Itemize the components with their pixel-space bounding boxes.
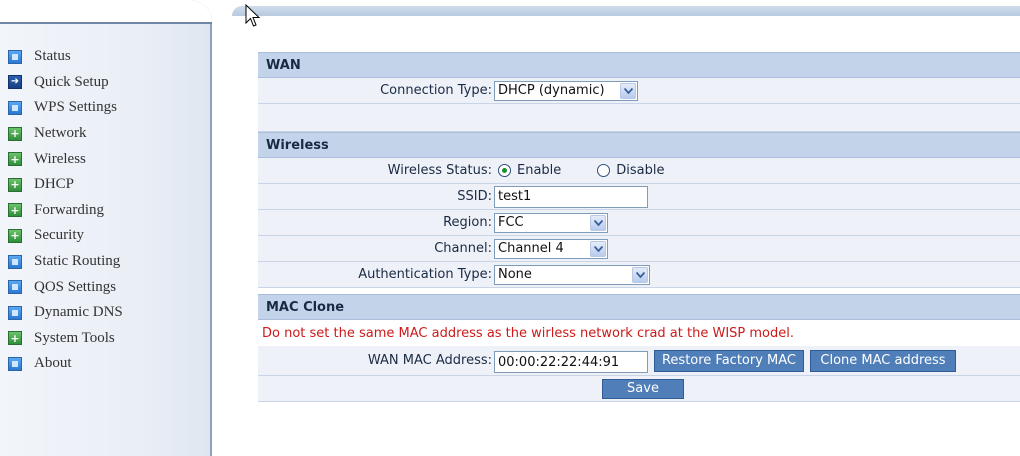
square-bullet-icon [8, 100, 22, 115]
channel-select[interactable]: Channel 4 [494, 238, 608, 259]
expand-plus-icon: + [8, 126, 22, 141]
save-row: Save [258, 376, 1020, 402]
expand-plus-icon: + [8, 152, 22, 167]
channel-label: Channel: [434, 241, 492, 256]
spacer-row [258, 104, 1020, 132]
sidebar-item-wireless[interactable]: + Wireless [8, 146, 123, 172]
mouse-pointer-icon [245, 4, 261, 27]
mac-clone-section-header: MAC Clone [258, 294, 1020, 320]
section-title: MAC Clone [266, 299, 345, 315]
ssid-input[interactable]: test1 [494, 185, 648, 208]
connection-type-label: Connection Type: [380, 83, 492, 98]
sidebar-item-dhcp[interactable]: + DHCP [8, 172, 123, 198]
sidebar-item-network[interactable]: + Network [8, 121, 123, 147]
chevron-down-icon[interactable] [632, 266, 648, 283]
square-bullet-icon [8, 305, 22, 320]
sidebar-item-system-tools[interactable]: + System Tools [8, 326, 123, 352]
restore-factory-mac-button[interactable]: Restore Factory MAC [654, 349, 804, 372]
authentication-type-row: Authentication Type: None [258, 262, 1020, 288]
square-bullet-icon [8, 356, 22, 371]
wan-mac-value: 00:00:22:22:44:91 [498, 354, 620, 370]
connection-type-row: Connection Type: DHCP (dynamic) [258, 78, 1020, 104]
settings-form: WAN Connection Type: DHCP (dynamic) Wire… [258, 52, 1020, 402]
wan-mac-label: WAN MAC Address: [367, 353, 492, 368]
expand-plus-icon: + [8, 228, 22, 243]
sidebar-item-static-routing[interactable]: Static Routing [8, 249, 123, 275]
region-row: Region: FCC [258, 210, 1020, 236]
ssid-row: SSID: test1 [258, 184, 1020, 210]
disable-radio[interactable] [597, 164, 611, 177]
sidebar-item-wps-settings[interactable]: WPS Settings [8, 95, 123, 121]
sidebar-item-label: QOS Settings [34, 278, 117, 295]
sidebar-item-quick-setup[interactable]: ➜ Quick Setup [8, 70, 123, 96]
expand-plus-icon: + [8, 177, 22, 192]
sidebar-item-dynamic-dns[interactable]: Dynamic DNS [8, 300, 123, 326]
sidebar-item-label: Security [34, 227, 84, 244]
connection-type-value: DHCP (dynamic) [498, 83, 605, 98]
sidebar-item-label: Forwarding [34, 201, 104, 218]
sidebar-item-status[interactable]: Status [8, 44, 123, 70]
connection-type-select[interactable]: DHCP (dynamic) [494, 80, 638, 101]
wireless-status-label: Wireless Status: [387, 163, 492, 178]
section-title: WAN [266, 57, 301, 73]
sidebar-item-label: DHCP [34, 176, 75, 193]
enable-radio[interactable] [498, 164, 511, 177]
sidebar-item-security[interactable]: + Security [8, 223, 123, 249]
channel-value: Channel 4 [498, 241, 564, 256]
sidebar-item-forwarding[interactable]: + Forwarding [8, 198, 123, 224]
chevron-down-icon[interactable] [590, 240, 606, 257]
square-bullet-icon [8, 254, 22, 269]
sidebar-item-label: Static Routing [34, 253, 121, 270]
chevron-down-icon[interactable] [590, 214, 606, 231]
sidebar-item-label: WPS Settings [34, 99, 117, 116]
authentication-type-value: None [498, 267, 532, 282]
region-value: FCC [498, 215, 524, 230]
wireless-section-header: Wireless [258, 132, 1020, 158]
sidebar-item-qos-settings[interactable]: QOS Settings [8, 274, 123, 300]
sidebar-item-label: System Tools [34, 329, 115, 346]
authentication-type-label: Authentication Type: [358, 267, 492, 282]
sidebar-item-label: Dynamic DNS [34, 304, 123, 321]
wan-section-header: WAN [258, 52, 1020, 78]
sidebar-item-about[interactable]: About [8, 351, 123, 377]
clone-mac-address-button[interactable]: Clone MAC address [810, 349, 956, 372]
section-title: Wireless [266, 137, 329, 153]
disable-radio-label: Disable [616, 163, 665, 178]
ssid-value: test1 [498, 189, 532, 204]
region-select[interactable]: FCC [494, 212, 608, 233]
enable-radio-label: Enable [517, 163, 562, 178]
chevron-down-icon[interactable] [620, 82, 636, 99]
sidebar-item-label: Network [34, 125, 87, 142]
sidebar-item-label: Status [34, 48, 71, 65]
sidebar-item-label: Wireless [34, 150, 86, 167]
mac-clone-warning: Do not set the same MAC address as the w… [258, 320, 1020, 346]
arrow-right-icon: ➜ [8, 75, 22, 90]
sidebar-menu: Status ➜ Quick Setup WPS Settings + Networ… [8, 44, 123, 377]
expand-plus-icon: + [8, 331, 22, 346]
sidebar-header-strip [0, 0, 212, 24]
wan-mac-row: WAN MAC Address: 00:00:22:22:44:91 Resto… [258, 346, 1020, 376]
square-bullet-icon [8, 280, 22, 295]
expand-plus-icon: + [8, 203, 22, 218]
sidebar-item-label: About [34, 355, 72, 372]
sidebar-item-label: Quick Setup [34, 73, 109, 90]
region-label: Region: [443, 215, 492, 230]
channel-row: Channel: Channel 4 [258, 236, 1020, 262]
main-header-bar [232, 6, 1020, 16]
wireless-status-row: Wireless Status: Enable Disable [258, 158, 1020, 184]
save-button[interactable]: Save [602, 378, 684, 399]
ssid-label: SSID: [457, 189, 492, 204]
square-bullet-icon [8, 49, 22, 64]
wan-mac-input[interactable]: 00:00:22:22:44:91 [494, 351, 648, 373]
authentication-type-select[interactable]: None [494, 264, 650, 285]
sidebar-panel: Status ➜ Quick Setup WPS Settings + Networ… [0, 0, 216, 456]
